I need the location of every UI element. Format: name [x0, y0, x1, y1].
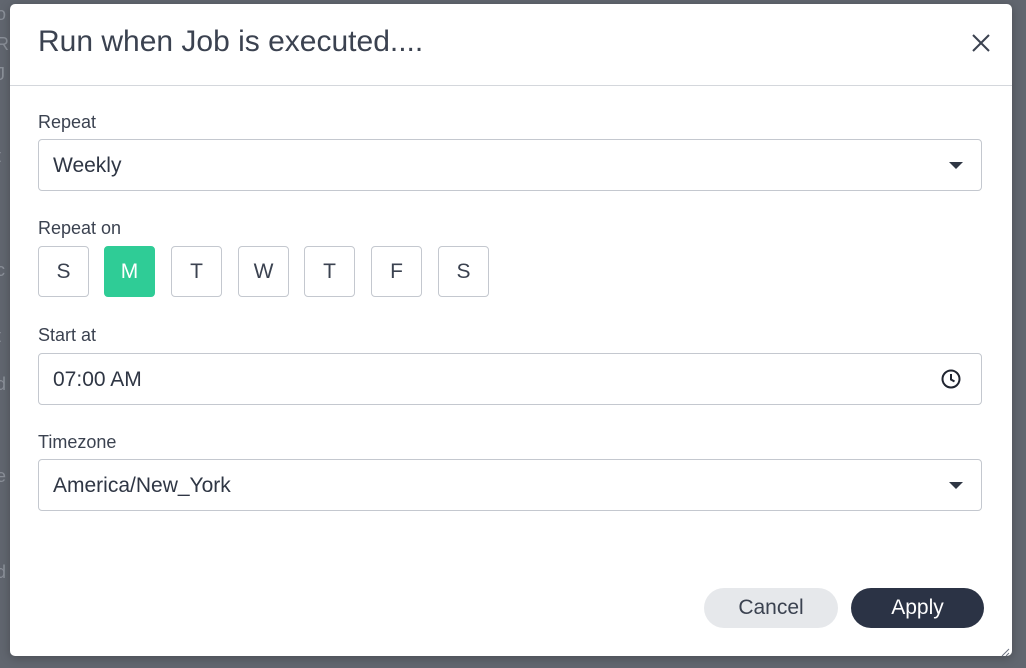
background-fragment: o [0, 4, 7, 24]
start-at-label: Start at [38, 325, 97, 345]
caret-down-icon [949, 162, 963, 169]
dialog-title: Run when Job is executed.... [38, 25, 424, 58]
close-icon[interactable] [970, 32, 992, 54]
caret-down-icon [949, 482, 963, 489]
background-fragment: c [0, 260, 5, 280]
day-toggle-friday[interactable]: F [371, 246, 422, 297]
dialog-header: Run when Job is executed.... [10, 4, 1012, 86]
day-toggle-saturday[interactable]: S [438, 246, 489, 297]
resize-handle-icon[interactable] [1000, 644, 1010, 657]
repeat-label: Repeat [38, 112, 97, 132]
clock-icon[interactable] [941, 369, 961, 389]
background-fragment: t [0, 146, 1, 167]
repeat-select[interactable]: Weekly [38, 139, 982, 191]
background-fragment: R [0, 34, 9, 54]
schedule-dialog: Run when Job is executed.... Repeat Week… [10, 4, 1012, 657]
repeat-on-label: Repeat on [38, 218, 122, 238]
cancel-button[interactable]: Cancel [704, 588, 838, 628]
background-fragment: d [0, 374, 7, 394]
timezone-select[interactable]: America/New_York [38, 459, 982, 511]
background-fragment: J [0, 64, 5, 84]
repeat-select-value: Weekly [53, 154, 122, 177]
apply-button[interactable]: Apply [851, 588, 984, 628]
day-toggle-sunday[interactable]: S [38, 246, 89, 297]
day-toggle-wednesday[interactable]: W [238, 246, 289, 297]
day-toggle-thursday[interactable]: T [304, 246, 355, 297]
background-fragment: d [0, 562, 7, 582]
timezone-label: Timezone [38, 432, 117, 452]
start-time-value: 07:00 AM [53, 368, 142, 391]
day-toggle-monday[interactable]: M [104, 246, 155, 297]
background-fragment: e [0, 466, 7, 486]
start-time-input[interactable]: 07:00 AM [38, 353, 982, 405]
background-fragment: t [0, 326, 1, 347]
timezone-select-value: America/New_York [53, 474, 231, 497]
day-toggle-tuesday[interactable]: T [171, 246, 222, 297]
